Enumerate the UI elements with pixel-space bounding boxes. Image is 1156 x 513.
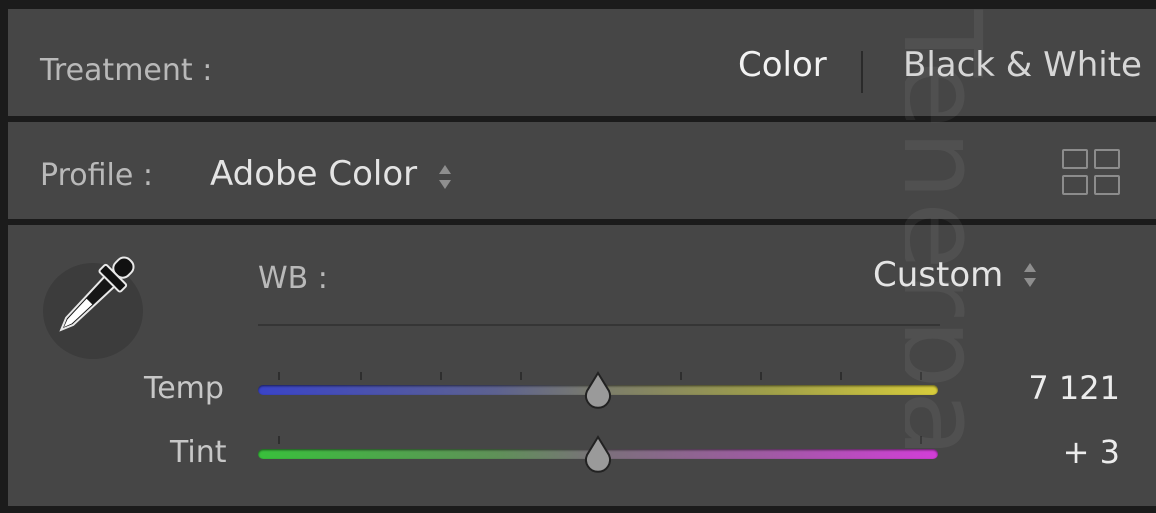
temp-tick <box>360 372 362 380</box>
wb-divider <box>258 324 940 326</box>
white-balance-row: WB : Custom Temp 7 121 Tint + 3 <box>8 225 1156 506</box>
profile-row: Profile : Adobe Color <box>8 122 1156 219</box>
tint-tick <box>920 436 922 444</box>
wb-updown-icon[interactable] <box>1023 261 1037 289</box>
tint-slider-thumb[interactable] <box>581 435 615 475</box>
treatment-label: Treatment : <box>40 53 213 88</box>
temp-tick <box>680 372 682 380</box>
treatment-color-option[interactable]: Color <box>738 45 827 85</box>
tint-label: Tint <box>170 435 227 470</box>
wb-label: WB : <box>258 261 328 296</box>
temp-tick <box>520 372 522 380</box>
profile-label: Profile : <box>40 158 153 193</box>
eyedropper-button[interactable] <box>38 243 148 359</box>
temp-slider-thumb[interactable] <box>581 371 615 411</box>
grid-icon[interactable] <box>1058 145 1122 197</box>
wb-dropdown[interactable]: Custom <box>873 255 1003 295</box>
treatment-row: Treatment : Color Black & White <box>8 9 1156 116</box>
temp-tick <box>920 372 922 380</box>
profile-updown-icon[interactable] <box>438 163 452 191</box>
temp-tick <box>760 372 762 380</box>
temp-tick <box>278 372 280 380</box>
treatment-divider <box>861 51 863 93</box>
temp-value[interactable]: 7 121 <box>1028 369 1120 407</box>
eyedropper-icon <box>59 256 135 332</box>
temp-tick <box>840 372 842 380</box>
temp-tick <box>440 372 442 380</box>
tint-tick <box>278 436 280 444</box>
basic-panel: Treatment : Color Black & White Profile … <box>0 0 1156 513</box>
profile-dropdown[interactable]: Adobe Color <box>210 154 417 194</box>
temp-label: Temp <box>144 371 224 406</box>
tint-value[interactable]: + 3 <box>1063 433 1120 471</box>
treatment-bw-option[interactable]: Black & White <box>903 45 1142 85</box>
